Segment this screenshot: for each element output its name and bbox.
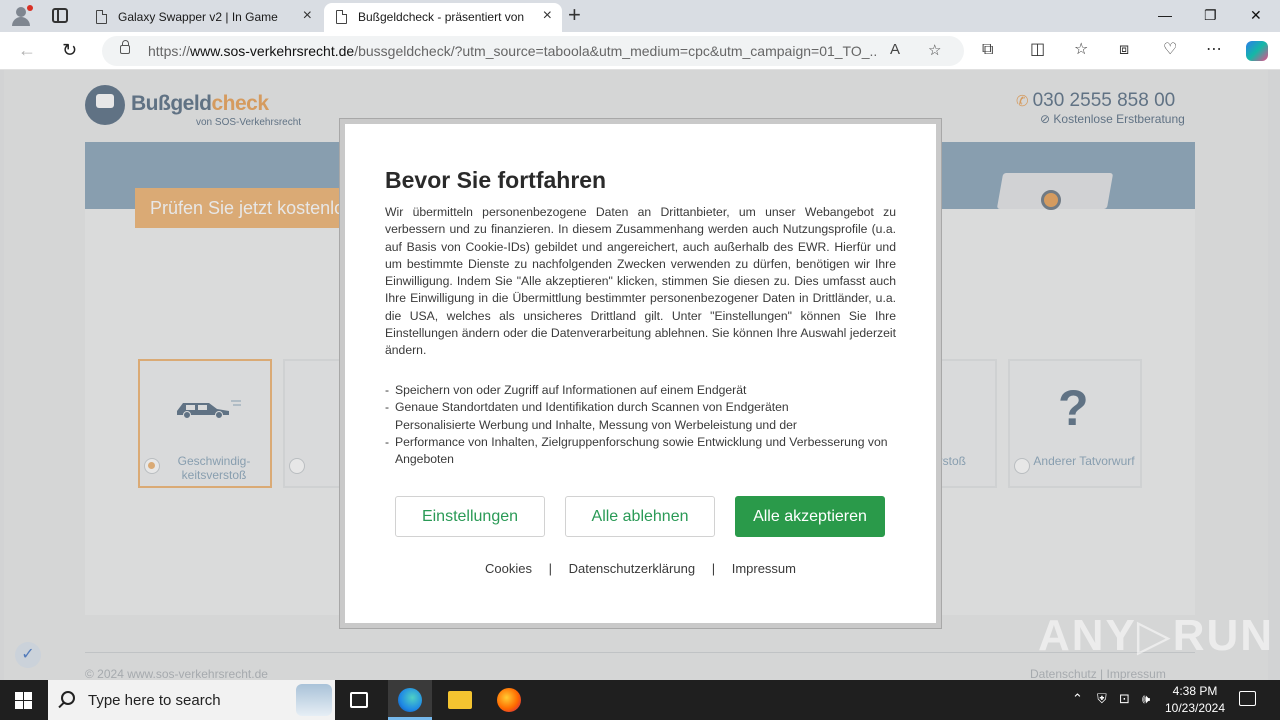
close-tab-icon[interactable]: × xyxy=(543,8,552,24)
dialog-title: Bevor Sie fortfahren xyxy=(385,167,607,193)
more-menu-icon[interactable]: ⋯ xyxy=(1206,41,1222,59)
favorite-star-icon[interactable]: ☆ xyxy=(928,41,941,59)
show-hidden-icons-chevron-icon[interactable]: ⌃ xyxy=(1072,691,1083,707)
minimize-button[interactable]: — xyxy=(1158,7,1172,23)
collections-icon[interactable]: ⧈ xyxy=(1119,41,1129,59)
privacy-link[interactable]: Datenschutzerklärung xyxy=(569,561,695,576)
notification-icon[interactable] xyxy=(1239,691,1256,706)
firefox-icon[interactable] xyxy=(497,688,521,712)
page-icon xyxy=(96,10,107,24)
purpose-list: Speichern von oder Zugriff auf Informati… xyxy=(385,382,896,468)
tab-title: Bußgeldcheck - präsentiert von SOS xyxy=(358,10,528,24)
purpose-item: Genaue Standortdaten und Identifikation … xyxy=(385,399,896,417)
tab-title: Galaxy Swapper v2 | In Game xyxy=(118,10,278,24)
cookies-link[interactable]: Cookies xyxy=(485,561,532,576)
accept-all-button[interactable]: Alle akzeptieren xyxy=(735,496,885,537)
network-icon[interactable]: ⊡ xyxy=(1119,691,1130,707)
tab-bussgeldcheck[interactable]: Bußgeldcheck - präsentiert von SOS × xyxy=(324,3,562,32)
close-window-button[interactable]: ✕ xyxy=(1250,7,1262,24)
read-aloud-icon[interactable]: A xyxy=(890,41,900,58)
profile-icon[interactable] xyxy=(10,5,33,26)
clock-time: 4:38 PM xyxy=(1172,684,1218,698)
page-icon xyxy=(336,10,347,24)
favorites-icon[interactable]: ☆ xyxy=(1074,41,1088,59)
task-view-icon[interactable] xyxy=(350,692,368,708)
purpose-item: Personalisierte Werbung und Inhalte, Mes… xyxy=(395,417,797,432)
browser-essentials-icon[interactable]: ♡ xyxy=(1163,41,1177,59)
lock-icon[interactable] xyxy=(120,40,130,54)
search-placeholder: Type here to search xyxy=(88,692,221,709)
link-separator: | xyxy=(548,561,552,576)
copilot-icon[interactable] xyxy=(1246,41,1268,61)
url-field[interactable]: https://www.sos-verkehrsrecht.de/bussgel… xyxy=(102,36,964,66)
reload-icon[interactable]: ↻ xyxy=(62,40,77,60)
settings-button[interactable]: Einstellungen xyxy=(395,496,545,537)
purpose-item: Performance von Inhalten, Zielgruppenfor… xyxy=(385,434,896,469)
file-explorer-icon[interactable] xyxy=(448,691,472,709)
split-screen-icon[interactable]: ◫ xyxy=(1030,41,1045,59)
search-icon xyxy=(61,691,75,705)
tab-actions-icon[interactable] xyxy=(52,8,68,23)
close-tab-icon[interactable]: × xyxy=(303,8,312,24)
url-text[interactable]: https://www.sos-verkehrsrecht.de/bussgel… xyxy=(148,43,878,59)
taskbar-clock[interactable]: 4:38 PM 10/23/2024 xyxy=(1160,683,1230,717)
address-bar-row: ← ↻ https://www.sos-verkehrsrecht.de/bus… xyxy=(0,32,1280,70)
imprint-link[interactable]: Impressum xyxy=(732,561,796,576)
dialog-links: Cookies | Datenschutzerklärung | Impress… xyxy=(345,561,936,576)
back-arrow-icon[interactable]: ← xyxy=(18,40,36,60)
security-icon[interactable]: ⛨ xyxy=(1097,691,1107,707)
anyrun-watermark: ANY▷RUN xyxy=(1038,611,1275,660)
extensions-icon[interactable]: ⧉ xyxy=(982,41,993,59)
reject-all-button[interactable]: Alle ablehnen xyxy=(565,496,715,537)
edge-browser-icon[interactable] xyxy=(398,688,422,712)
windows-start-icon[interactable] xyxy=(15,692,32,709)
link-separator: | xyxy=(711,561,716,576)
new-tab-button[interactable]: + xyxy=(568,4,581,26)
consent-text: Wir übermitteln personenbezogene Daten a… xyxy=(385,205,896,358)
volume-icon[interactable]: 🕪 xyxy=(1142,691,1150,707)
search-highlight-image xyxy=(296,684,332,716)
windows-taskbar: Type here to search ⌃ ⛨ ⊡ 🕪 4:38 PM 10/2… xyxy=(0,680,1280,720)
maximize-button[interactable]: ❐ xyxy=(1204,7,1217,24)
consent-dialog: Bevor Sie fortfahren Wir übermitteln per… xyxy=(339,118,942,629)
tab-strip: Galaxy Swapper v2 | In Game × Bußgeldche… xyxy=(0,0,1280,32)
purpose-item: Speichern von oder Zugriff auf Informati… xyxy=(385,382,896,400)
taskbar-search-box[interactable]: Type here to search xyxy=(48,680,335,720)
tab-galaxy-swapper[interactable]: Galaxy Swapper v2 | In Game × xyxy=(84,3,322,32)
clock-date: 10/23/2024 xyxy=(1164,701,1226,715)
